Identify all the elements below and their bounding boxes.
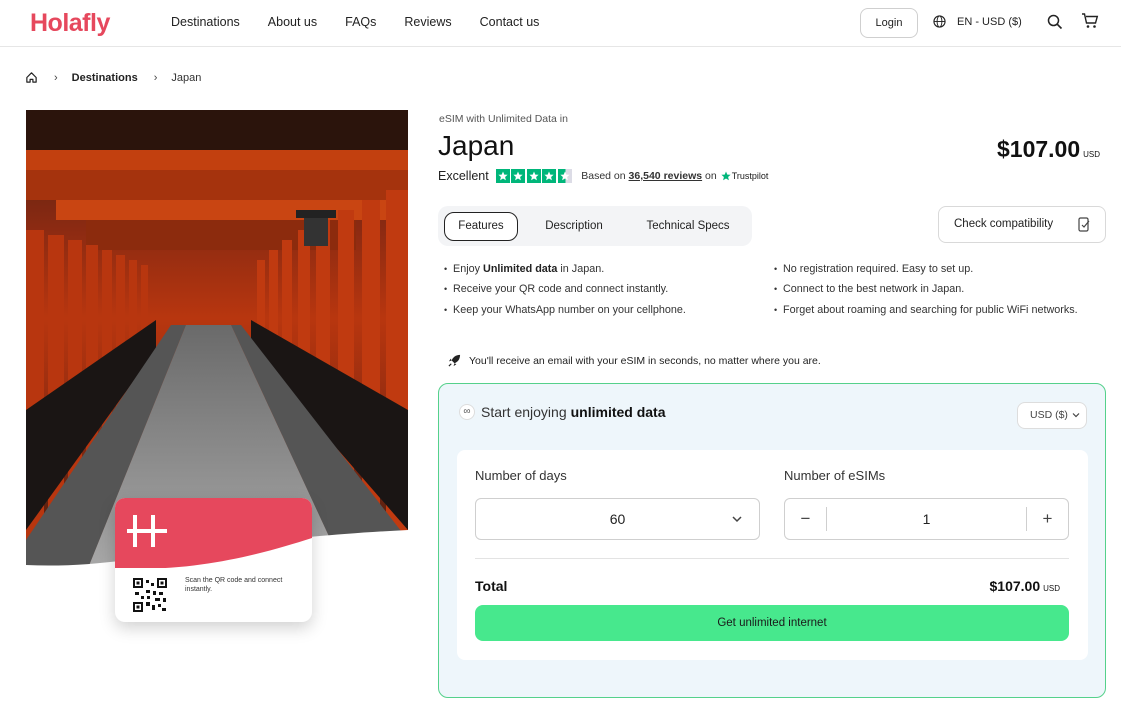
total-label: Total — [475, 578, 508, 594]
increment-button[interactable]: + — [1026, 507, 1068, 531]
check-compatibility-label: Check compatibility — [954, 218, 1054, 230]
total-value: $107.00 USD — [989, 578, 1061, 594]
product-subtitle: eSIM with Unlimited Data in — [439, 113, 568, 125]
breadcrumb: › Destinations › Japan — [25, 71, 201, 84]
nav-reviews[interactable]: Reviews — [404, 15, 451, 29]
feature-item: Enjoy Unlimited data in Japan. — [444, 262, 604, 276]
reviews-link[interactable]: 36,540 reviews — [629, 170, 703, 182]
card-instructions: Scan the QR code and connect instantly. — [185, 577, 283, 593]
email-notice: You'll receive an email with your eSIM i… — [448, 354, 821, 367]
feature-item: No registration required. Easy to set up… — [774, 262, 973, 276]
login-button[interactable]: Login — [860, 8, 918, 38]
divider — [475, 558, 1069, 559]
trustpilot-star-icon — [721, 171, 731, 181]
search-icon[interactable] — [1047, 14, 1063, 30]
breadcrumb-separator: › — [54, 71, 58, 84]
tab-technical-specs[interactable]: Technical Specs — [634, 212, 742, 241]
nav-contact-us[interactable]: Contact us — [480, 15, 540, 29]
trustpilot-logo[interactable]: Trustpilot — [721, 171, 768, 181]
plan-selector: ∞ Start enjoying unlimited data USD ($) N… — [438, 383, 1106, 698]
nav-destinations[interactable]: Destinations — [171, 15, 240, 29]
trustpilot-rating: Excellent Based on 36,540 reviews on Tru… — [438, 169, 768, 183]
feature-item: Forget about roaming and searching for p… — [774, 303, 1083, 317]
page-title: Japan — [438, 130, 515, 161]
reviews-summary: Based on 36,540 reviews on — [581, 170, 717, 182]
feature-item: Connect to the best network in Japan. — [774, 282, 964, 296]
feature-item: Keep your WhatsApp number on your cellph… — [444, 303, 686, 317]
main-nav: Destinations About us FAQs Reviews Conta… — [171, 15, 567, 29]
product-tabs: Features Description Technical Specs — [438, 206, 752, 246]
breadcrumb-separator: › — [153, 71, 158, 84]
esims-quantity-stepper: − 1 + — [784, 498, 1069, 540]
breadcrumb-current: Japan — [171, 71, 202, 84]
half-star-icon — [557, 169, 572, 183]
cart-icon[interactable] — [1081, 12, 1099, 30]
globe-icon — [933, 15, 946, 28]
qr-code-icon — [133, 578, 167, 612]
chevron-down-icon — [732, 516, 742, 523]
plan-form: Number of days Number of eSIMs 60 − 1 + … — [457, 450, 1088, 660]
currency-select[interactable]: USD ($) — [1017, 402, 1087, 429]
holafly-h-logo-icon — [127, 515, 167, 547]
rocket-icon — [448, 354, 461, 367]
days-select[interactable]: 60 — [475, 498, 760, 540]
star-icon — [526, 169, 541, 183]
price-currency: USD — [1083, 150, 1101, 159]
esim-card-image: Scan the QR code and connect instantly. — [115, 498, 312, 622]
language-label: EN - USD ($) — [957, 15, 1022, 28]
check-compatibility-button[interactable]: Check compatibility — [938, 206, 1106, 243]
esims-quantity-value[interactable]: 1 — [827, 499, 1026, 539]
esims-label: Number of eSIMs — [784, 468, 886, 483]
nav-about-us[interactable]: About us — [268, 15, 317, 29]
home-icon[interactable] — [25, 71, 38, 84]
decrement-button[interactable]: − — [785, 507, 827, 531]
chevron-down-icon — [1072, 413, 1080, 418]
rating-label: Excellent — [438, 169, 489, 183]
plan-heading: ∞ Start enjoying unlimited data — [459, 404, 666, 420]
star-icon — [511, 169, 526, 183]
breadcrumb-destinations[interactable]: Destinations — [72, 72, 138, 84]
holafly-logo[interactable]: Holafly — [30, 9, 110, 38]
phone-check-icon — [1078, 217, 1090, 232]
get-unlimited-internet-button[interactable]: Get unlimited internet — [475, 605, 1069, 641]
email-notice-text: You'll receive an email with your eSIM i… — [469, 354, 821, 367]
star-icon — [495, 169, 510, 183]
nav-faqs[interactable]: FAQs — [345, 15, 376, 29]
star-icon — [542, 169, 557, 183]
feature-item: Receive your QR code and connect instant… — [444, 282, 668, 296]
rating-stars — [495, 169, 574, 183]
tab-description[interactable]: Description — [530, 212, 618, 241]
tab-features[interactable]: Features — [444, 212, 518, 241]
infinity-icon: ∞ — [459, 404, 475, 420]
days-label: Number of days — [475, 468, 567, 483]
product-price: $107.00 USD — [997, 136, 1101, 162]
language-selector[interactable]: EN - USD ($) — [933, 15, 1022, 28]
site-header: Holafly Destinations About us FAQs Revie… — [0, 0, 1121, 47]
